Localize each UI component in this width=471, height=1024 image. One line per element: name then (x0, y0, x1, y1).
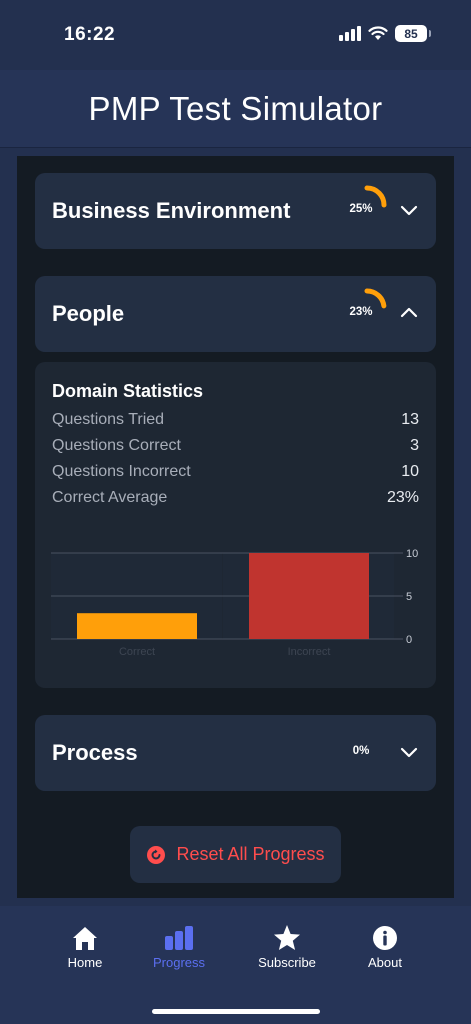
status-icons: 85 (339, 25, 431, 42)
progress-content[interactable]: Business Environment 25% People 23% Doma… (17, 156, 454, 898)
domain-title: Business Environment (52, 198, 291, 223)
stat-value: 3 (410, 437, 419, 454)
stat-label: Questions Correct (52, 437, 181, 454)
info-icon (373, 926, 397, 950)
star-icon (274, 925, 300, 950)
stat-label: Questions Incorrect (52, 463, 191, 480)
domain-percent: 25% (349, 203, 373, 215)
status-time: 16:22 (64, 24, 116, 45)
tab-label: Subscribe (258, 955, 316, 970)
domain-title: People (52, 301, 125, 326)
tab-about[interactable]: About (345, 924, 425, 970)
chart-category-label: Correct (119, 646, 155, 658)
wifi-icon (368, 26, 388, 40)
domain-percent: 0% (352, 745, 370, 757)
reset-all-progress-button[interactable]: Reset All Progress (130, 826, 341, 883)
accordion-business-environment[interactable]: Business Environment 25% (35, 173, 436, 249)
nav-header: PMP Test Simulator (0, 70, 471, 148)
chevron-down-icon[interactable] (399, 744, 419, 760)
stat-value: 23% (386, 489, 419, 506)
stat-row: Questions Tried 13 (52, 411, 419, 433)
stat-value: 13 (401, 411, 419, 428)
chart-category-label: Incorrect (288, 646, 331, 658)
domain-percent: 23% (349, 306, 373, 318)
tab-home[interactable]: Home (45, 924, 125, 970)
accordion-people[interactable]: People 23% (35, 276, 436, 352)
gauge-arc (364, 288, 387, 309)
chart-tick-label: 5 (406, 591, 412, 603)
reset-label: Reset All Progress (176, 844, 325, 864)
stats-title: Domain Statistics (52, 381, 204, 401)
tab-bar: Home Progress Subscribe About (0, 906, 471, 1024)
tab-progress[interactable]: Progress (139, 924, 219, 970)
stat-label: Questions Tried (52, 411, 165, 428)
home-indicator (152, 1009, 320, 1014)
stat-row: Correct Average 23% (52, 489, 419, 511)
chart-tick-label: 10 (406, 548, 418, 560)
tab-label: Progress (152, 955, 206, 970)
chart-tick-label: 0 (406, 634, 412, 646)
tab-label: About (368, 955, 402, 970)
signal-icon (339, 26, 361, 41)
home-icon (73, 927, 97, 950)
stat-row: Questions Correct 3 (52, 437, 419, 459)
chevron-down-icon[interactable] (399, 202, 419, 218)
chevron-up-icon[interactable] (399, 305, 419, 321)
chart-bar (77, 613, 197, 639)
tab-subscribe[interactable]: Subscribe (247, 924, 327, 970)
domain-bar-chart: 0 5 10 Correct Incorrect (51, 548, 418, 658)
tab-label: Home (67, 955, 103, 970)
chart-bar (249, 553, 369, 639)
bar-chart-icon (165, 926, 193, 950)
domain-statistics-card: Domain Statistics Questions Tried 13 Que… (35, 362, 436, 688)
battery-icon: 85 (395, 25, 431, 42)
stat-label: Correct Average (52, 489, 168, 506)
reset-icon (147, 845, 166, 864)
page-title: PMP Test Simulator (88, 89, 383, 127)
stat-row: Questions Incorrect 10 (52, 463, 419, 485)
status-bar: 16:22 85 (0, 0, 471, 70)
stat-value: 10 (401, 463, 419, 480)
domain-title: Process (52, 740, 138, 765)
accordion-process[interactable]: Process 0% (35, 715, 436, 791)
